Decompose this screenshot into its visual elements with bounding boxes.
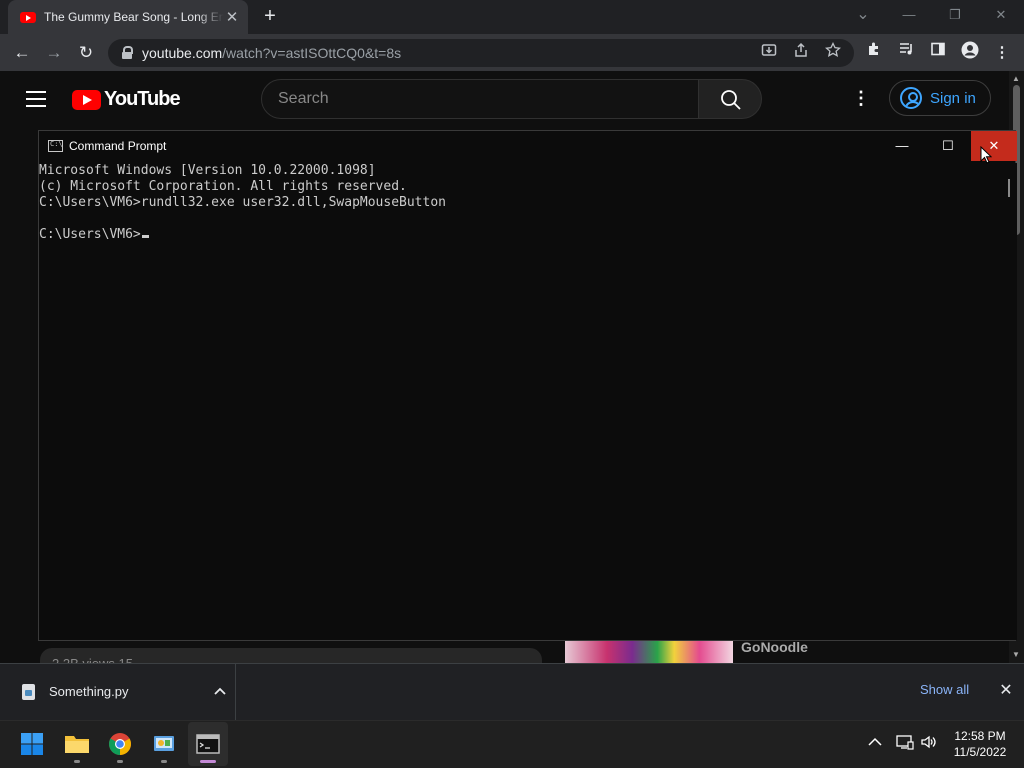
text-cursor [141,235,149,238]
console-prompt-line[interactable]: C:\Users\VM6> [39,227,1005,243]
profile-icon[interactable] [958,41,982,65]
url-path: /watch?v=astISOttCQ0&t=8s [222,45,402,61]
settings-menu-icon[interactable]: ⋮ [852,88,870,108]
taskbar-command-prompt[interactable] [188,722,228,766]
clock-time: 12:58 PM [954,729,1006,743]
console-line-1: Microsoft Windows [Version 10.0.22000.10… [39,163,376,178]
bookmark-star-icon[interactable] [822,41,844,64]
forward-button[interactable]: → [41,40,67,66]
new-tab-button[interactable]: + [258,5,282,29]
python-file-icon [22,683,35,700]
search-button[interactable] [698,79,762,119]
back-button[interactable]: ← [9,40,35,66]
youtube-logo-text: YouTube [104,88,181,110]
youtube-favicon-icon [20,11,36,23]
sign-in-label: Sign in [930,89,976,107]
console-line-3: C:\Users\VM6>rundll32.exe user32.dll,Swa… [39,195,446,210]
command-prompt-window[interactable]: Command Prompt — ☐ ✕ Microsoft Windows [… [38,130,1017,641]
browser-tab[interactable]: The Gummy Bear Song - Long English Versi… [8,0,248,34]
start-button[interactable] [12,722,52,766]
cmd-maximize-button[interactable]: ☐ [925,131,971,161]
downloads-bar-close-icon[interactable]: ✕ [997,680,1015,700]
search-input[interactable] [278,90,678,108]
chrome-menu-icon[interactable]: ⋮ [990,41,1014,65]
download-file-name: Something.py [49,684,129,699]
reload-button[interactable]: ↻ [73,40,99,66]
network-icon[interactable] [896,734,914,753]
tab-close-icon[interactable]: ✕ [224,8,240,26]
folder-icon [65,736,89,753]
cmd-close-button[interactable]: ✕ [971,131,1017,161]
browser-close-button[interactable]: ✕ [978,0,1024,30]
volume-icon[interactable] [920,734,938,753]
install-app-icon[interactable] [758,42,780,64]
hamburger-menu-icon[interactable] [26,91,46,107]
extensions-icon[interactable] [862,41,886,65]
share-icon[interactable] [790,42,812,64]
cmd-scrollbar[interactable] [1005,163,1017,640]
download-options-chevron-icon[interactable] [205,686,235,698]
mouse-pointer-icon [980,146,992,164]
show-all-downloads-link[interactable]: Show all [920,682,969,697]
taskbar-clock[interactable]: 12:58 PM 11/5/2022 [944,728,1016,760]
tray-overflow-chevron-icon[interactable] [868,734,882,750]
taskbar-control-panel[interactable] [144,722,184,766]
tab-search-icon[interactable]: ⌄ [840,0,886,30]
url-host: youtube.com [142,45,223,61]
youtube-play-icon [72,89,101,110]
windows-logo-icon [21,733,43,755]
address-bar[interactable]: youtube.com/watch?v=astISOttCQ0&t=8s [108,39,854,67]
taskbar-file-explorer[interactable] [57,722,97,766]
taskbar-chrome[interactable] [100,722,140,766]
console-prompt: C:\Users\VM6> [39,227,141,242]
terminal-icon [196,734,220,754]
cmd-app-icon [48,140,63,152]
video-thumbnail[interactable] [565,638,733,663]
console-line-2: (c) Microsoft Corporation. All rights re… [39,179,407,194]
lock-icon[interactable] [120,46,134,60]
sign-in-button[interactable]: Sign in [889,80,991,116]
clock-date: 11/5/2022 [953,745,1007,759]
scroll-down-arrow-icon[interactable]: ▼ [1012,650,1020,659]
browser-restore-button[interactable]: ❐ [932,0,978,30]
scroll-up-arrow-icon[interactable]: ▲ [1012,74,1020,83]
tab-title: The Gummy Bear Song - Long English Versi… [44,10,224,24]
side-panel-icon[interactable] [926,41,950,65]
download-item[interactable]: Something.py [0,663,236,720]
cmd-scrollbar-thumb[interactable] [1008,179,1010,197]
media-control-icon[interactable] [894,41,918,65]
cmd-title: Command Prompt [69,139,167,153]
channel-name[interactable]: GoNoodle [741,639,808,655]
control-panel-icon [154,736,174,751]
account-icon [900,87,922,109]
youtube-logo[interactable]: YouTube [72,88,181,111]
browser-minimize-button[interactable]: — [886,0,932,30]
console-output[interactable]: Microsoft Windows [Version 10.0.22000.10… [39,163,1005,639]
search-icon [721,90,741,110]
chrome-icon [109,733,131,755]
cmd-minimize-button[interactable]: — [879,131,925,161]
search-box[interactable] [261,79,699,119]
cmd-title-bar[interactable]: Command Prompt [39,131,1015,161]
console-line-4 [39,211,1005,227]
